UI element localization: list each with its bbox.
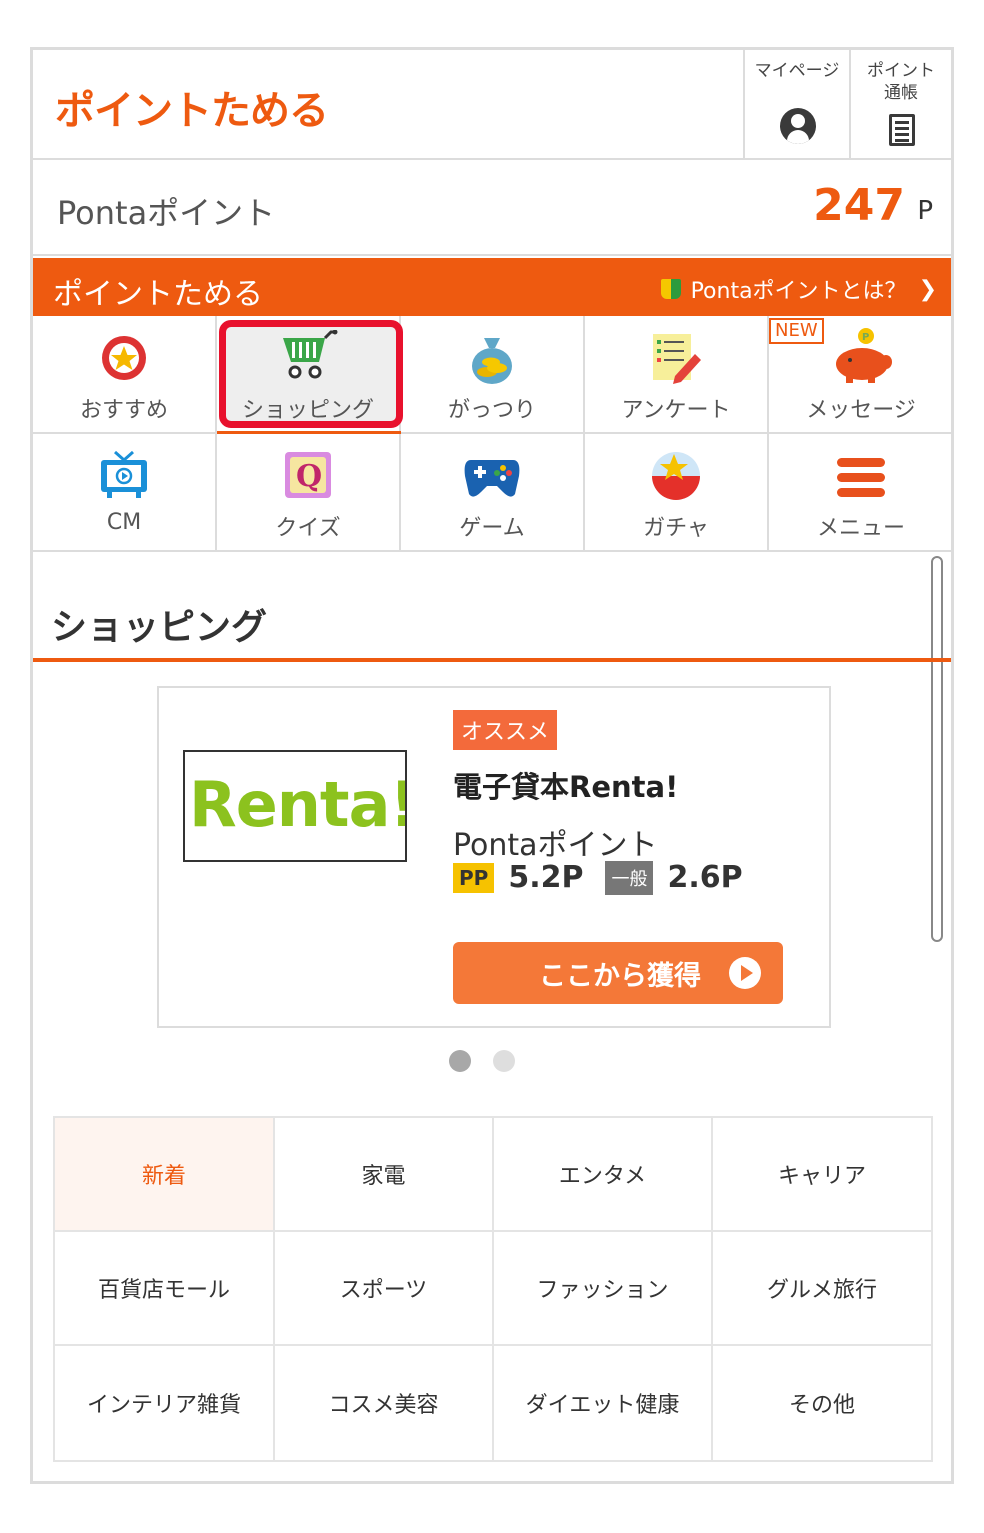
section-divider [33,658,951,662]
nav-label: メニュー [816,516,905,541]
category-other[interactable]: その他 [713,1346,931,1460]
nav-label: がっつり [447,398,536,423]
earn-points-button-label: ここから獲得 [539,961,701,992]
pp-points-value: 5.2P [508,860,584,895]
nav-item-message[interactable]: NEW P メッセージ [769,316,951,434]
ponta-points-label: Pontaポイント [57,194,276,232]
category-interior[interactable]: インテリア雑貨 [55,1346,275,1460]
carousel-dot[interactable] [493,1050,515,1072]
recommended-badge: オススメ [453,710,558,750]
section-bar-title: ポイントためる [53,277,263,312]
about-ponta-link-label: Pontaポイントとは？ [690,279,907,304]
nav-item-recommended[interactable]: おすすめ [33,316,217,434]
general-badge: 一般 [605,860,654,895]
mypage-button[interactable]: マイページ [743,50,849,158]
passbook-icon [889,114,915,146]
gacha-capsule-icon [652,452,700,500]
category-cosmetics[interactable]: コスメ美容 [275,1346,494,1460]
carousel-dot-active[interactable] [449,1050,471,1072]
category-sports[interactable]: スポーツ [275,1232,494,1346]
nav-item-survey[interactable]: アンケート [585,316,769,434]
ponta-points-unit: P [917,196,933,226]
shopping-section-title: ショッピング [51,607,268,648]
pp-badge: PP [453,862,495,893]
category-department-mall[interactable]: 百貨店モール [55,1232,275,1346]
nav-label: ガチャ [643,516,709,541]
category-appliances[interactable]: 家電 [275,1118,494,1232]
nav-label: クイズ [275,516,341,541]
shopping-cart-icon [283,330,338,379]
category-diet-health[interactable]: ダイエット健康 [494,1346,713,1460]
card-ponta-label: Pontaポイント [453,828,658,863]
money-bag-icon [472,338,512,384]
nav-item-gacha[interactable]: ガチャ [585,434,769,552]
featured-offer-card[interactable]: Renta! オススメ 電子貸本Renta! Pontaポイント PP 5.2P… [157,686,831,1028]
nav-label: おすすめ [79,398,168,423]
nav-label: アンケート [621,398,731,423]
nav-item-gattsuri[interactable]: がっつり [401,316,585,434]
nav-item-menu[interactable]: メニュー [769,434,951,552]
app-logo[interactable]: ポイントためる [55,78,329,136]
category-carrier[interactable]: キャリア [713,1118,931,1232]
nav-item-shopping[interactable]: ショッピング [217,316,403,434]
new-badge: NEW [769,318,824,344]
laurel-star-icon [102,336,146,380]
svg-text:Q: Q [296,459,322,494]
points-row: PP 5.2P 一般 2.6P [453,860,743,895]
hamburger-menu-icon [837,458,885,497]
about-ponta-link[interactable]: Pontaポイントとは？ ❯ [660,273,937,305]
nav-label: ゲーム [459,516,525,541]
survey-icon [653,334,701,384]
category-gourmet-travel[interactable]: グルメ旅行 [713,1232,931,1346]
earn-points-button[interactable]: ここから獲得 [453,942,783,1004]
category-nav: おすすめ ショッピング がっつり アンケート NEW P メッセージ CM Q … [33,316,951,554]
nav-item-cm[interactable]: CM [33,434,217,552]
renta-logo: Renta! [183,750,407,862]
nav-label: CM [106,510,142,535]
scrollbar[interactable] [931,556,943,942]
point-passbook-button[interactable]: ポイント 通帳 [849,50,951,158]
svg-text:P: P [862,332,869,343]
general-points-value: 2.6P [667,860,743,895]
app-frame: ポイントためる マイページ ポイント 通帳 Pontaポイント 247 P ポイ… [30,47,954,1484]
nav-label: メッセージ [806,398,916,423]
nav-item-quiz[interactable]: Q クイズ [217,434,401,552]
renta-logo-text: Renta! [189,768,407,841]
shopping-category-grid: 新着 家電 エンタメ キャリア 百貨店モール スポーツ ファッション グルメ旅行… [53,1116,933,1462]
mypage-label: マイページ [754,61,840,81]
chevron-right-icon: ❯ [918,276,937,302]
section-bar: ポイントためる Pontaポイントとは？ ❯ [33,258,951,316]
beginner-leaf-icon [660,277,683,301]
quiz-icon: Q [285,452,331,498]
category-entertainment[interactable]: エンタメ [494,1118,713,1232]
carousel-dots [449,1050,537,1072]
ponta-points-value: 247 [813,180,905,231]
piggy-bank-icon: P [836,328,892,383]
category-fashion[interactable]: ファッション [494,1232,713,1346]
nav-label: ショッピング [241,398,374,423]
gamepad-icon [464,460,520,497]
service-name: 電子貸本Renta! [453,770,679,804]
ponta-points-row: Pontaポイント 247 P [33,160,951,256]
header: ポイントためる マイページ ポイント 通帳 [33,50,951,160]
category-new[interactable]: 新着 [55,1118,275,1232]
nav-item-game[interactable]: ゲーム [401,434,585,552]
tv-icon [101,450,147,498]
passbook-label: ポイント 通帳 [867,61,935,103]
play-circle-icon [729,957,761,989]
user-icon [780,108,816,144]
